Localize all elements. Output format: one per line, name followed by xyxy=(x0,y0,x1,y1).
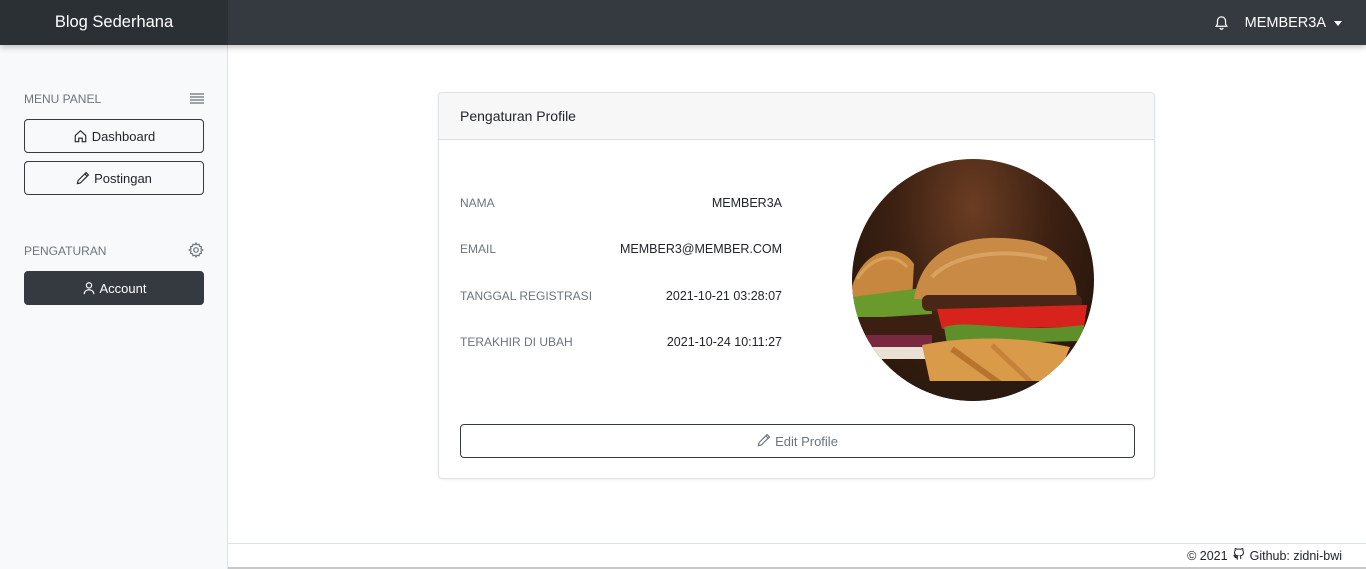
burger-photo xyxy=(852,237,1094,401)
gear-icon[interactable] xyxy=(188,241,204,261)
menu-panel-title: MENU PANEL xyxy=(24,92,102,106)
copyright-text: © 2021 xyxy=(1187,548,1228,563)
sidebar-item-label: Postingan xyxy=(94,170,152,186)
hamburger-icon[interactable] xyxy=(190,92,204,107)
footer: © 2021 Github: zidni-bwi xyxy=(228,543,1366,569)
navbar-right: MEMBER3A xyxy=(1213,0,1342,45)
info-row-nama: NAMA MEMBER3A xyxy=(460,193,782,213)
edit-profile-label: Edit Profile xyxy=(775,433,838,449)
profile-avatar xyxy=(852,159,1094,401)
home-icon xyxy=(73,129,88,143)
field-value: MEMBER3@MEMBER.COM xyxy=(619,242,782,256)
user-dropdown[interactable]: MEMBER3A xyxy=(1245,15,1342,31)
field-value: 2021-10-21 03:28:07 xyxy=(665,289,782,303)
brand-title[interactable]: Blog Sederhana xyxy=(0,0,228,45)
field-label: NAMA xyxy=(460,196,495,210)
sidebar: MENU PANEL Dashboard Postingan PENGATURA… xyxy=(0,45,228,569)
edit-profile-button[interactable]: Edit Profile xyxy=(460,424,1135,458)
pencil-icon xyxy=(76,171,90,185)
info-row-email: EMAIL MEMBER3@MEMBER.COM xyxy=(460,239,782,259)
field-label: TERAKHIR DI UBAH xyxy=(460,335,573,349)
settings-title: PENGATURAN xyxy=(24,244,107,258)
sidebar-item-label: Dashboard xyxy=(91,128,156,144)
field-value: 2021-10-24 10:11:27 xyxy=(666,335,782,349)
user-icon xyxy=(82,281,96,295)
bell-icon[interactable] xyxy=(1213,14,1231,32)
profile-card: Pengaturan Profile NAMA MEMBER3A EMAIL M… xyxy=(438,92,1155,479)
sidebar-item-dashboard[interactable]: Dashboard xyxy=(24,119,204,153)
card-title: Pengaturan Profile xyxy=(439,93,1154,140)
caret-down-icon xyxy=(1334,20,1342,26)
info-row-registration-date: TANGGAL REGISTRASI 2021-10-21 03:28:07 xyxy=(460,286,782,306)
menu-panel-heading: MENU PANEL xyxy=(24,90,204,108)
pencil-icon xyxy=(757,433,771,450)
sidebar-item-postingan[interactable]: Postingan xyxy=(24,161,204,195)
sidebar-item-account[interactable]: Account xyxy=(24,271,204,305)
field-label: TANGGAL REGISTRASI xyxy=(460,289,593,303)
field-value: MEMBER3A xyxy=(711,196,782,210)
info-row-last-modified: TERAKHIR DI UBAH 2021-10-24 10:11:27 xyxy=(460,332,782,352)
github-icon xyxy=(1232,547,1246,564)
top-navbar: Blog Sederhana MEMBER3A xyxy=(0,0,1366,45)
sidebar-item-label: Account xyxy=(99,280,147,296)
user-name: MEMBER3A xyxy=(1244,14,1326,31)
field-label: EMAIL xyxy=(460,242,497,256)
github-link[interactable]: Github: zidni-bwi xyxy=(1250,549,1342,563)
settings-heading: PENGATURAN xyxy=(24,241,204,261)
